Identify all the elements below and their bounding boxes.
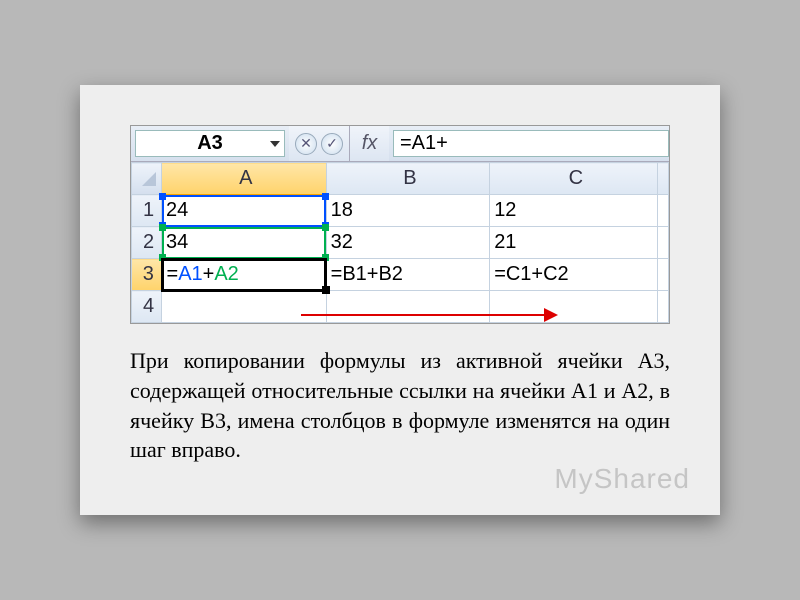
- cell-a3-formula: =A1+A2: [167, 263, 239, 285]
- select-all-corner[interactable]: [132, 163, 162, 195]
- row-header-2[interactable]: 2: [132, 227, 162, 259]
- name-box-value: A3: [197, 132, 223, 155]
- cell-b2[interactable]: 32: [326, 227, 490, 259]
- cell-c4[interactable]: [490, 291, 658, 323]
- formula-buttons: ✕ ✓: [289, 126, 349, 161]
- row-header-3[interactable]: 3: [132, 259, 162, 291]
- cell-a2[interactable]: 34: [162, 227, 327, 259]
- cell-a1-value: 24: [166, 199, 188, 221]
- formula-bar: A3 ✕ ✓ fx =A1+: [131, 126, 669, 162]
- formula-text: =A1+: [400, 132, 448, 155]
- cell-b3[interactable]: =B1+B2: [326, 259, 490, 291]
- name-box[interactable]: A3: [135, 130, 285, 157]
- row-header-4[interactable]: 4: [132, 291, 162, 323]
- cell-c2[interactable]: 21: [490, 227, 658, 259]
- cell-d3[interactable]: [658, 259, 669, 291]
- spreadsheet-grid: A B C 1 24 18 12 2: [131, 162, 669, 323]
- watermark-text: MyShared: [554, 463, 690, 495]
- cell-d1[interactable]: [658, 195, 669, 227]
- cell-c3[interactable]: =C1+C2: [490, 259, 658, 291]
- copy-arrow-head-icon: [544, 308, 558, 322]
- row-header-1[interactable]: 1: [132, 195, 162, 227]
- col-header-a[interactable]: A: [162, 163, 327, 195]
- cell-a3[interactable]: =A1+A2: [162, 259, 327, 291]
- formula-input[interactable]: =A1+: [393, 130, 669, 157]
- copy-arrow-line: [301, 314, 546, 316]
- cancel-icon[interactable]: ✕: [295, 133, 317, 155]
- cell-a4[interactable]: [162, 291, 327, 323]
- cell-a1[interactable]: 24: [162, 195, 327, 227]
- cell-d4[interactable]: [658, 291, 669, 323]
- cell-b1[interactable]: 18: [326, 195, 490, 227]
- cell-c1[interactable]: 12: [490, 195, 658, 227]
- fx-label: fx: [362, 132, 378, 155]
- confirm-icon[interactable]: ✓: [321, 133, 343, 155]
- dropdown-icon[interactable]: [270, 141, 280, 147]
- col-header-b[interactable]: B: [326, 163, 490, 195]
- caption-text: При копировании формулы из активной ячей…: [130, 346, 670, 465]
- cells-table: A B C 1 24 18 12 2: [131, 162, 669, 323]
- fx-button[interactable]: fx: [349, 126, 389, 161]
- cell-a2-value: 34: [166, 231, 188, 253]
- cell-b4[interactable]: [326, 291, 490, 323]
- cell-d2[interactable]: [658, 227, 669, 259]
- slide-container: A3 ✕ ✓ fx =A1+ A B: [80, 85, 720, 515]
- fill-handle[interactable]: [322, 286, 330, 294]
- excel-screenshot: A3 ✕ ✓ fx =A1+ A B: [130, 125, 670, 324]
- col-header-blank[interactable]: [658, 163, 669, 195]
- col-header-c[interactable]: C: [490, 163, 658, 195]
